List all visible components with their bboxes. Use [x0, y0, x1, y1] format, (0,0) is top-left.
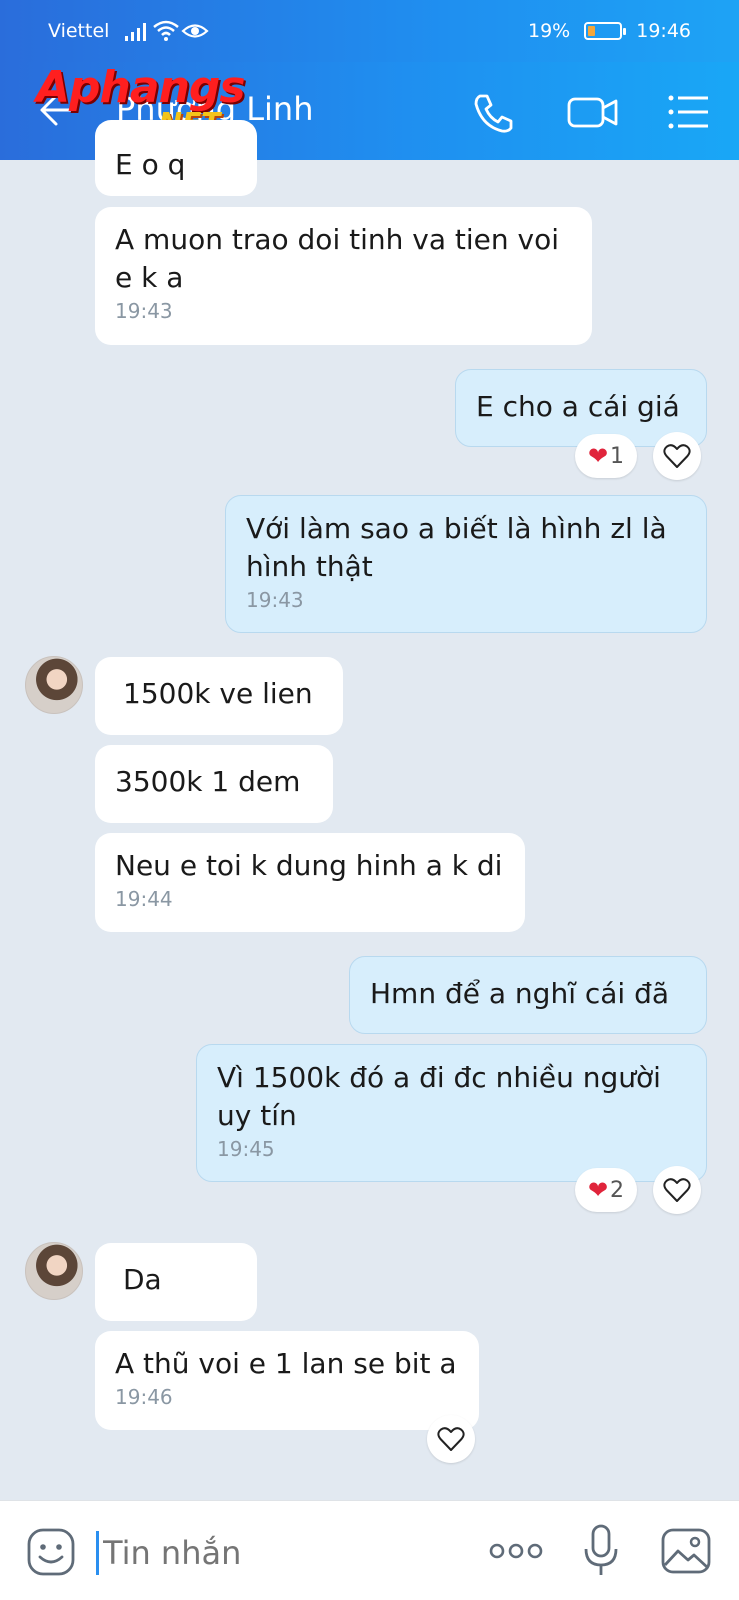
- message-time: 19:44: [115, 887, 173, 911]
- message-text: E o q: [115, 148, 186, 181]
- like-button[interactable]: [427, 1415, 475, 1463]
- message-bubble-outgoing[interactable]: Với làm sao a biết là hình zl là hình th…: [225, 495, 707, 633]
- status-bar: Viettel 19% 19:46: [0, 0, 739, 62]
- message-bubble-outgoing[interactable]: Hmn để a nghĩ cái đã: [349, 956, 707, 1034]
- message-bubble-outgoing[interactable]: Vì 1500k đó a đi đc nhiều người uy tín 1…: [196, 1044, 707, 1182]
- message-time: 19:46: [115, 1385, 173, 1409]
- battery-percent: 19%: [528, 20, 571, 42]
- avatar[interactable]: [25, 656, 83, 714]
- wifi-icon: [153, 20, 180, 41]
- message-text: A muon trao doi tinh va tien voi e k a: [115, 223, 560, 294]
- message-bubble-incoming[interactable]: Neu e toi k dung hinh a k di 19:44: [95, 833, 525, 932]
- heart-outline-icon: [663, 1178, 691, 1202]
- image-icon[interactable]: [660, 1527, 712, 1575]
- message-text: Với làm sao a biết là hình zl là hình th…: [246, 512, 667, 583]
- reaction-count: 2: [610, 1177, 625, 1203]
- message-text: Hmn để a nghĩ cái đã: [370, 977, 670, 1010]
- like-button[interactable]: [653, 1166, 701, 1214]
- message-time: 19:43: [246, 588, 304, 612]
- message-text: E cho a cái giá: [476, 390, 680, 423]
- sticker-icon[interactable]: [26, 1527, 76, 1577]
- heart-outline-icon: [437, 1427, 465, 1451]
- message-bubble-incoming[interactable]: 1500k ve lien: [95, 657, 343, 735]
- eye-icon: [181, 24, 210, 38]
- message-text: Da: [123, 1263, 162, 1296]
- status-time: 19:46: [636, 20, 691, 42]
- message-text: A thũ voi e 1 lan se bit a: [115, 1347, 457, 1380]
- menu-list-icon[interactable]: [666, 90, 714, 134]
- message-text: 1500k ve lien: [123, 677, 313, 710]
- message-bubble-incoming[interactable]: Da: [95, 1243, 257, 1321]
- message-input[interactable]: [96, 1531, 456, 1575]
- phone-icon[interactable]: [470, 90, 518, 134]
- carrier-label: Viettel: [48, 20, 110, 42]
- battery-icon: [584, 22, 627, 40]
- message-bubble-incoming[interactable]: A thũ voi e 1 lan se bit a 19:46: [95, 1331, 479, 1430]
- heart-icon: ❤: [587, 442, 609, 470]
- video-camera-icon[interactable]: [566, 90, 620, 134]
- signal-icon: [125, 23, 147, 41]
- message-bubble-incoming[interactable]: 3500k 1 dem: [95, 745, 333, 823]
- message-bubble-incoming[interactable]: E o q: [95, 120, 257, 196]
- heart-icon: ❤: [587, 1176, 609, 1204]
- message-time: 19:43: [115, 299, 173, 323]
- message-input-bar: [0, 1500, 739, 1600]
- heart-outline-icon: [663, 444, 691, 468]
- message-time: 19:45: [217, 1137, 275, 1161]
- reaction-badge[interactable]: ❤ 1: [575, 434, 637, 478]
- message-text: Neu e toi k dung hinh a k di: [115, 849, 503, 882]
- message-bubble-incoming[interactable]: A muon trao doi tinh va tien voi e k a 1…: [95, 207, 592, 345]
- message-text: 3500k 1 dem: [115, 765, 301, 798]
- more-dots-icon[interactable]: [488, 1539, 544, 1563]
- reaction-badge[interactable]: ❤ 2: [575, 1168, 637, 1212]
- like-button[interactable]: [653, 432, 701, 480]
- message-text: Vì 1500k đó a đi đc nhiều người uy tín: [217, 1061, 661, 1132]
- reaction-count: 1: [610, 443, 625, 469]
- avatar[interactable]: [25, 1242, 83, 1300]
- microphone-icon[interactable]: [582, 1523, 620, 1579]
